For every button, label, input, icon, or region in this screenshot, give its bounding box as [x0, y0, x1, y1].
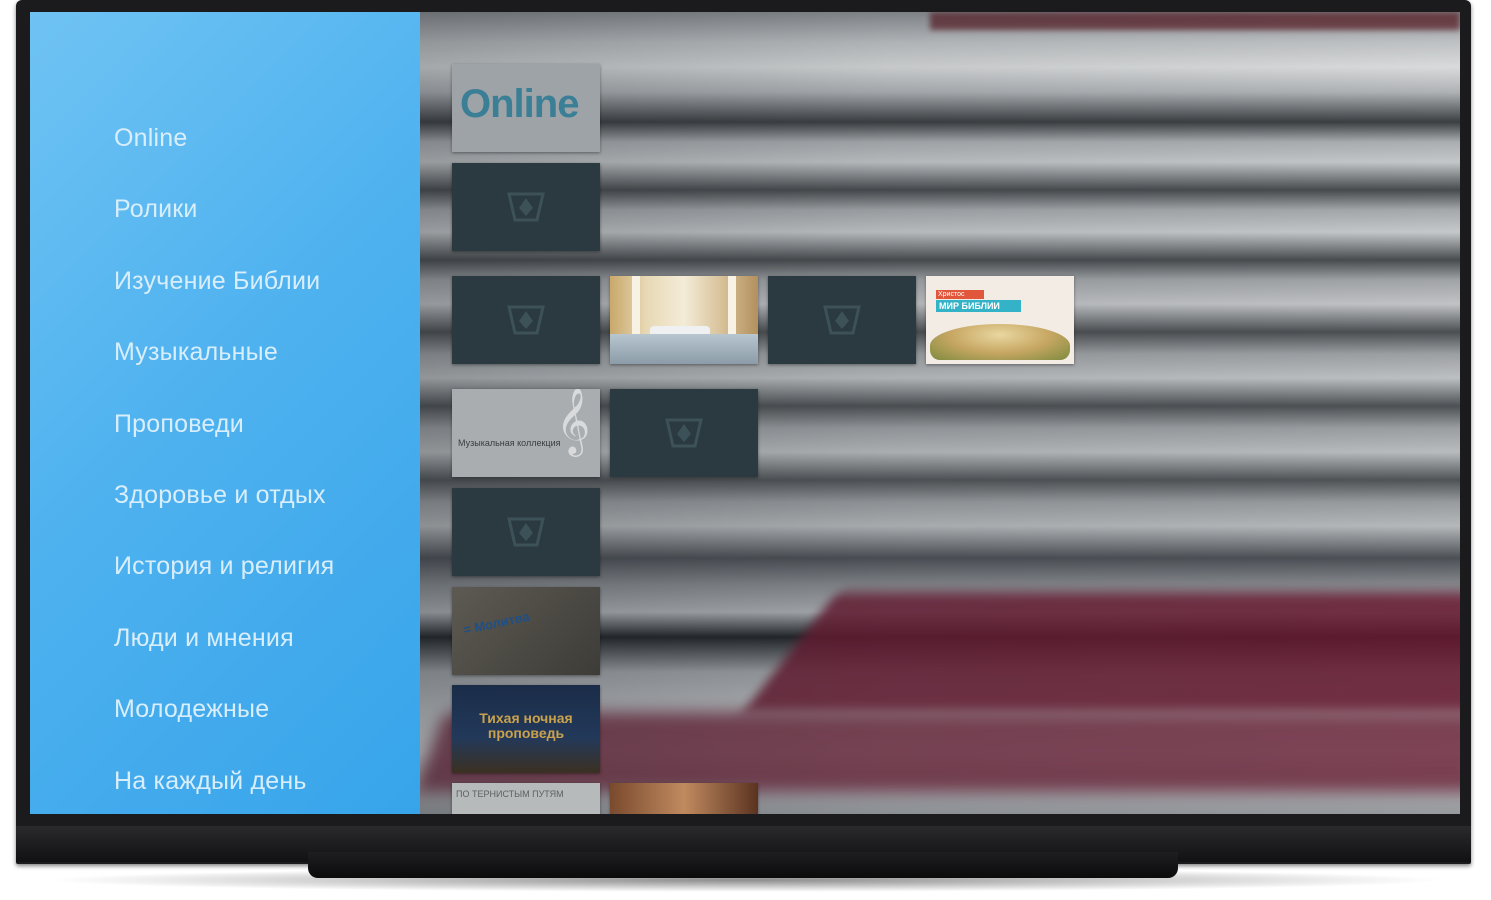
video-tile-online[interactable]: Online — [452, 64, 600, 152]
menu-item-clips[interactable]: Ролики — [114, 187, 334, 258]
online-logo-text: Online — [460, 82, 579, 126]
video-tile-thorny-paths[interactable]: ПО ТЕРНИСТЫМ ПУТЯМ — [452, 783, 600, 814]
video-tile-prayer[interactable]: = Молитва — [452, 587, 600, 675]
bible-tag-top: Христос — [936, 290, 984, 299]
video-tile-studio[interactable] — [610, 276, 758, 364]
video-tile-bible-world[interactable]: Христос МИР БИБЛИИ — [926, 276, 1074, 364]
thumbnail-detail — [610, 334, 758, 364]
video-tile[interactable] — [610, 783, 758, 814]
video-tile[interactable] — [768, 276, 916, 364]
video-tile-music[interactable]: 𝄞 Музыкальная коллекция — [452, 389, 600, 477]
category-sidebar: Online Ролики Изучение Библии Музыкальны… — [30, 12, 420, 814]
night-sermon-text: Тихая ночная проповедь — [479, 710, 573, 741]
music-tile-text: Музыкальная коллекция — [458, 438, 561, 448]
video-tile[interactable] — [452, 163, 600, 251]
prayer-tile-text: = Молитва — [461, 608, 531, 638]
tv-screen: Online Ролики Изучение Библии Музыкальны… — [30, 12, 1460, 814]
thumbnail-detail — [632, 276, 640, 336]
menu-item-people[interactable]: Люди и мнения — [114, 616, 334, 687]
bible-tag-main: МИР БИБЛИИ — [936, 300, 1021, 312]
menu-item-online[interactable]: Online — [114, 116, 334, 187]
tour-tile-text: ПО ТЕРНИСТЫМ ПУТЯМ — [456, 789, 564, 799]
menu-item-bible-study[interactable]: Изучение Библии — [114, 259, 334, 330]
menu-item-sermons[interactable]: Проповеди — [114, 402, 334, 473]
open-book-icon — [930, 324, 1070, 360]
menu-item-history[interactable]: История и религия — [114, 544, 334, 615]
channel-logo-icon — [507, 192, 545, 222]
channel-logo-icon — [823, 305, 861, 335]
menu-item-youth[interactable]: Молодежные — [114, 687, 334, 758]
channel-logo-icon — [507, 517, 545, 547]
menu-item-health[interactable]: Здоровье и отдых — [114, 473, 334, 544]
channel-logo-icon — [507, 305, 545, 335]
video-tile[interactable] — [610, 389, 758, 477]
menu-item-music[interactable]: Музыкальные — [114, 330, 334, 401]
content-rows: Online Христос МИР БИБЛИИ 𝄞 Музыкальная … — [420, 12, 1460, 814]
channel-logo-icon — [665, 418, 703, 448]
tv-stand — [308, 852, 1178, 878]
category-menu: Online Ролики Изучение Библии Музыкальны… — [114, 116, 334, 814]
video-tile-night-sermon[interactable]: Тихая ночная проповедь — [452, 685, 600, 773]
video-tile[interactable] — [452, 276, 600, 364]
video-tile[interactable] — [452, 488, 600, 576]
menu-item-daily[interactable]: На каждый день — [114, 759, 334, 814]
thumbnail-detail — [728, 276, 736, 336]
